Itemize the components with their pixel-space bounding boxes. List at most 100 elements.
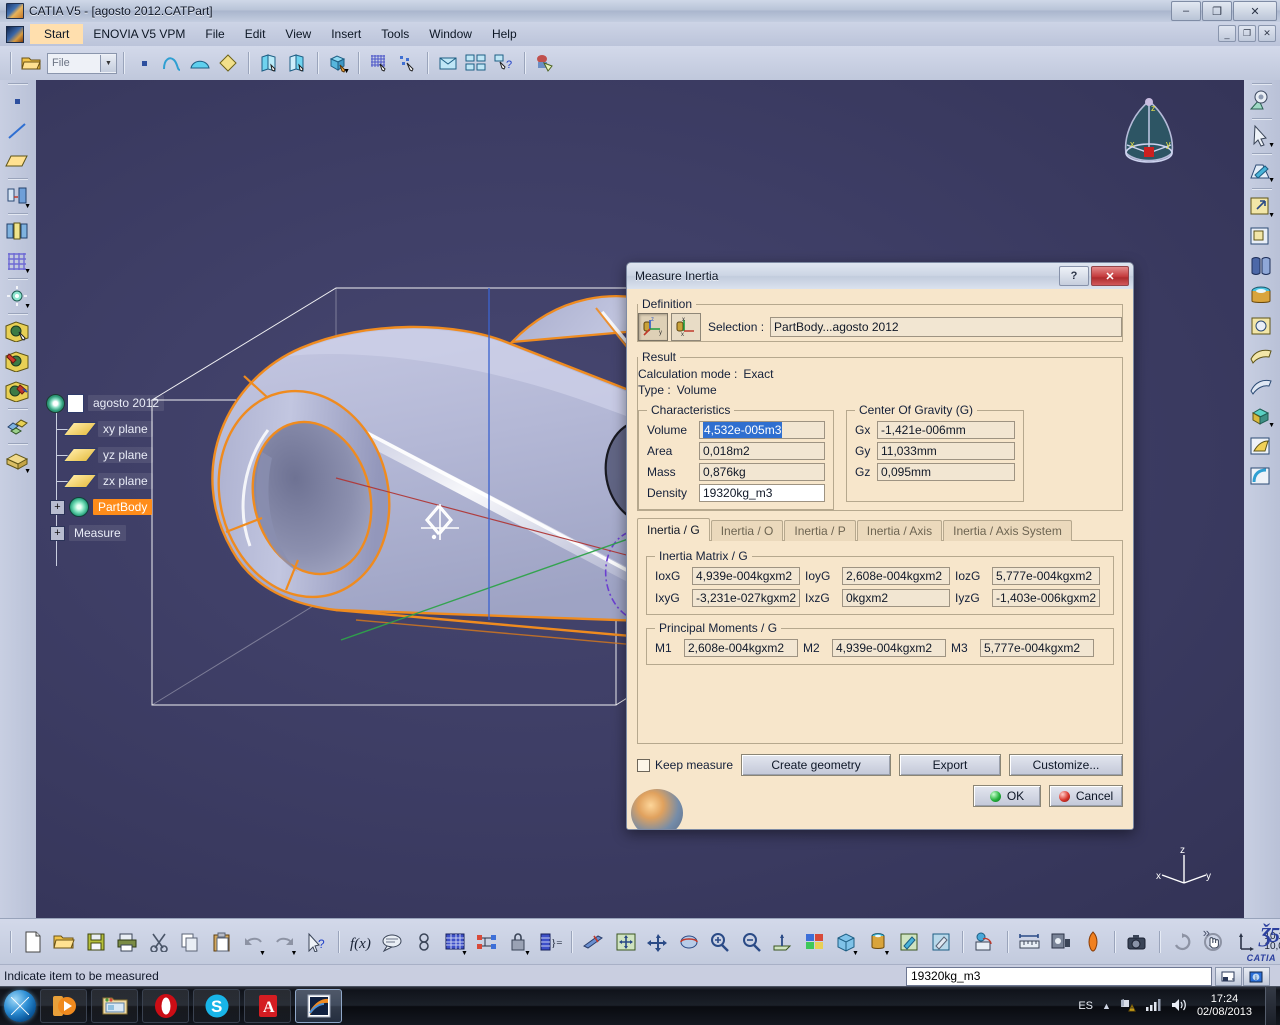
measure-between-icon[interactable]: [1016, 928, 1044, 956]
new-icon[interactable]: [19, 928, 47, 956]
m3-field[interactable]: 5,777e-004kgxm2: [980, 639, 1094, 657]
area-field[interactable]: 0,018m2: [699, 442, 825, 460]
mass-field[interactable]: 0,876kg: [699, 463, 825, 481]
save-icon[interactable]: [82, 928, 110, 956]
measure-item-icon[interactable]: [1047, 928, 1075, 956]
keep-measure-checkbox[interactable]: Keep measure: [637, 758, 733, 772]
select-arrow-icon[interactable]: ▼: [1247, 122, 1275, 150]
settings-gear-icon[interactable]: [1247, 87, 1275, 115]
swap-visible-icon[interactable]: [927, 928, 955, 956]
comment-icon[interactable]: [378, 928, 406, 956]
hide-show-icon[interactable]: [895, 928, 923, 956]
taskbar-item-opera[interactable]: [142, 989, 189, 1023]
taskbar-item-skype[interactable]: S: [193, 989, 240, 1023]
axis-system-icon[interactable]: ▼: [3, 282, 31, 310]
line-icon[interactable]: [3, 117, 31, 145]
iyzg-field[interactable]: -1,403e-006kgxm2: [992, 589, 1100, 607]
solid-combine-icon[interactable]: ▼: [1247, 402, 1275, 430]
dialog-title-bar[interactable]: Measure Inertia ? ✕: [627, 263, 1133, 290]
menu-insert[interactable]: Insert: [321, 24, 371, 44]
what-is-this-icon[interactable]: ?: [302, 928, 330, 956]
toolbar-overflow-icon[interactable]: »: [1203, 925, 1210, 940]
tray-expand-icon[interactable]: ▲: [1102, 1001, 1111, 1011]
fillet-icon[interactable]: [1247, 462, 1275, 490]
checkbox-box[interactable]: [637, 758, 650, 772]
multi-sections-icon[interactable]: [3, 217, 31, 245]
analyze-icon[interactable]: [473, 928, 501, 956]
menu-tools[interactable]: Tools: [371, 24, 419, 44]
chevron-down-icon[interactable]: ▼: [100, 54, 116, 72]
grid-sketch-icon[interactable]: [367, 51, 391, 75]
workbench-combo[interactable]: File ▼: [47, 52, 117, 74]
tab-inertia-g[interactable]: Inertia / G: [637, 518, 710, 541]
tree-item-partbody[interactable]: + PartBody: [50, 494, 164, 520]
fit-all-icon[interactable]: [612, 928, 640, 956]
menu-file[interactable]: File: [195, 24, 234, 44]
taskbar-item-windows-media-player[interactable]: [40, 989, 87, 1023]
iozg-field[interactable]: 5,777e-004kgxm2: [992, 567, 1100, 585]
maximize-button[interactable]: ❐: [1202, 1, 1232, 21]
grid-pattern-icon[interactable]: ▼: [3, 247, 31, 275]
draft-icon[interactable]: [1247, 432, 1275, 460]
gy-field[interactable]: 11,033mm: [877, 442, 1015, 460]
formula-icon[interactable]: f(x): [347, 928, 375, 956]
undo-icon[interactable]: ▼: [239, 928, 267, 957]
help-button[interactable]: ?: [1059, 266, 1089, 286]
stack-icon[interactable]: ▼: [3, 447, 31, 475]
measure-inertia-icon[interactable]: [1079, 928, 1107, 956]
open-folder-icon[interactable]: [19, 51, 43, 75]
slot-icon[interactable]: [1247, 372, 1275, 400]
spin-icon[interactable]: [1168, 928, 1196, 956]
shading-icon[interactable]: ▼: [832, 928, 860, 957]
what-is-this-icon[interactable]: ?: [492, 51, 516, 75]
redo-icon[interactable]: ▼: [271, 928, 299, 957]
taskbar-item-adobe-reader[interactable]: A: [244, 989, 291, 1023]
print-icon[interactable]: [113, 928, 141, 956]
groove-icon[interactable]: [1247, 282, 1275, 310]
expand-node-icon[interactable]: +: [50, 525, 65, 541]
volume-icon[interactable]: [1170, 998, 1188, 1015]
apply-material-icon[interactable]: [971, 928, 999, 956]
mdi-close-button[interactable]: ✕: [1258, 25, 1276, 42]
knowledge-icon[interactable]: i: [1243, 967, 1270, 986]
zoom-out-icon[interactable]: [738, 928, 766, 956]
selection-field[interactable]: PartBody...agosto 2012: [770, 317, 1122, 337]
cancel-button[interactable]: Cancel: [1049, 785, 1123, 807]
search-icon[interactable]: [410, 928, 438, 956]
cut-icon[interactable]: [145, 928, 173, 956]
tree-item-measure[interactable]: + Measure: [50, 520, 164, 546]
mdi-restore-button[interactable]: ❐: [1238, 25, 1256, 42]
taskbar-item-catia[interactable]: [295, 989, 342, 1023]
3d-viewport[interactable]: z x y agosto 2012 xy plane yz plane zx p…: [36, 80, 1244, 918]
language-indicator[interactable]: ES: [1078, 1000, 1093, 1012]
surface-icon[interactable]: [188, 51, 212, 75]
close-icon[interactable]: ✕: [1091, 266, 1129, 286]
power-input-icon[interactable]: [1215, 967, 1242, 986]
expand-node-icon[interactable]: +: [50, 499, 65, 515]
m2-field[interactable]: 4,939e-004kgxm2: [832, 639, 946, 657]
point-icon[interactable]: [3, 87, 31, 115]
rotate-icon[interactable]: [675, 928, 703, 956]
minimize-button[interactable]: –: [1171, 1, 1201, 21]
shape-icon[interactable]: [216, 51, 240, 75]
signal-bars-icon[interactable]: [1145, 998, 1161, 1015]
gx-field[interactable]: -1,421e-006mm: [877, 421, 1015, 439]
axis-icon[interactable]: [1231, 928, 1259, 956]
pocket-icon[interactable]: [1247, 222, 1275, 250]
wizard-icon[interactable]: [395, 51, 419, 75]
shaft-icon[interactable]: [1247, 252, 1275, 280]
tree-root-node[interactable]: agosto 2012: [46, 390, 165, 416]
menu-enovia-v5-vpm[interactable]: ENOVIA V5 VPM: [83, 24, 195, 44]
tab-inertia-axis[interactable]: Inertia / Axis: [856, 520, 943, 541]
axis-system-main-icon[interactable]: z y: [638, 313, 668, 341]
flyover-icon[interactable]: [580, 928, 608, 956]
menu-window[interactable]: Window: [419, 24, 482, 44]
tab-inertia-axis-system[interactable]: Inertia / Axis System: [943, 520, 1072, 541]
menu-view[interactable]: View: [275, 24, 321, 44]
create-geometry-button[interactable]: Create geometry: [741, 754, 892, 776]
taskbar-item-windows-explorer[interactable]: [91, 989, 138, 1023]
sketch-icon[interactable]: [257, 51, 281, 75]
menu-edit[interactable]: Edit: [235, 24, 276, 44]
copy-icon[interactable]: [176, 928, 204, 956]
multi-view-icon[interactable]: [801, 928, 829, 956]
